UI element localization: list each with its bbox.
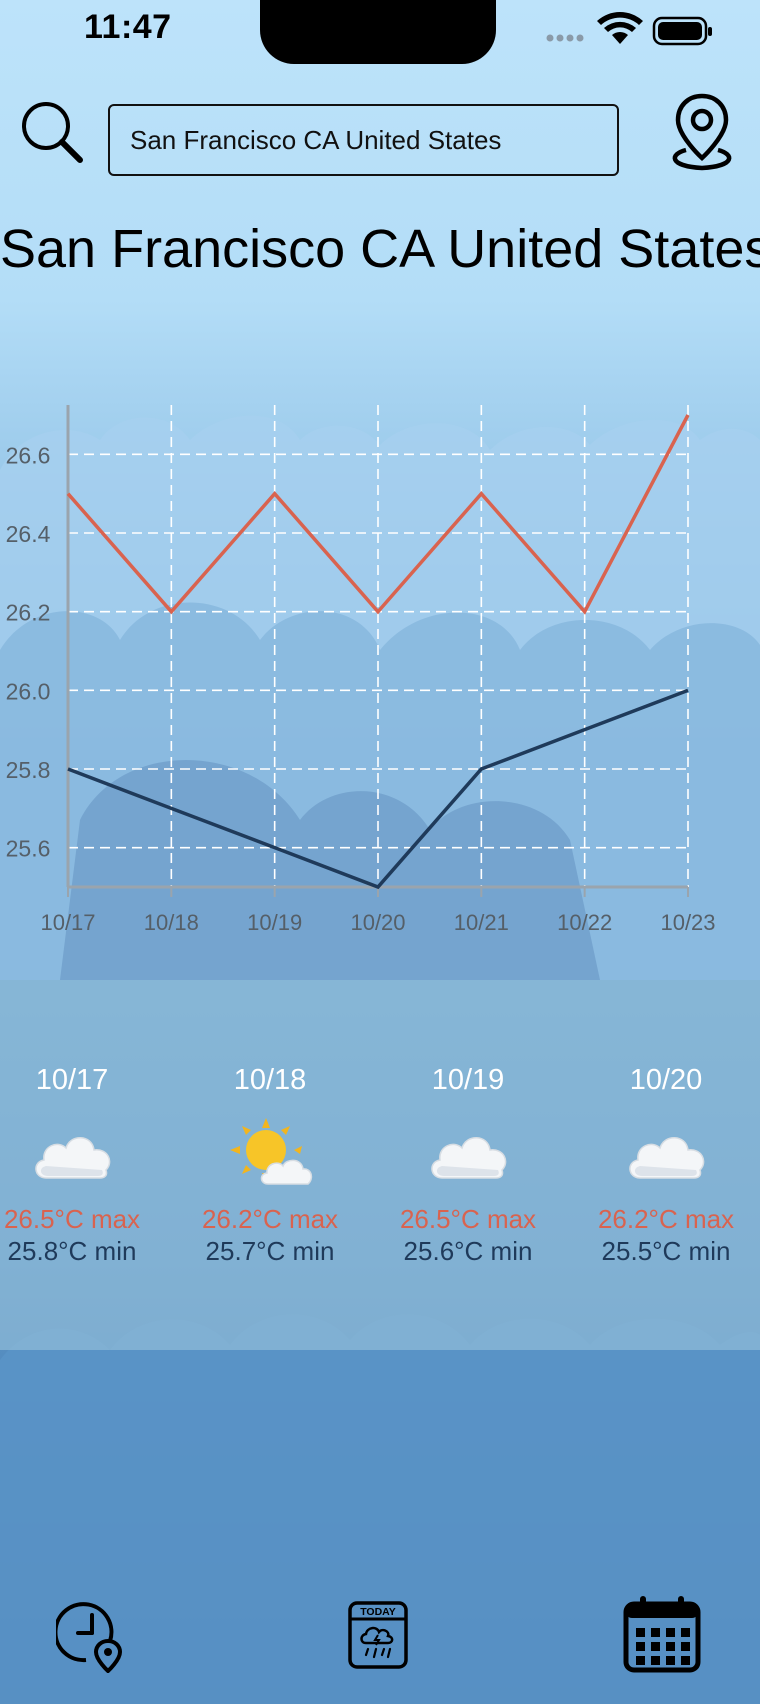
x-tick-label: 10/20 [350,910,405,935]
page-title: San Francisco CA United States [0,219,760,279]
status-icons [546,12,712,46]
forecast-date: 10/18 [233,1064,307,1096]
forecast-min-temp: 25.6°C min [403,1236,533,1266]
forecast-max-temp: 26.5°C max [3,1204,141,1234]
forecast-date: 10/17 [35,1064,109,1096]
forecast-date: 10/20 [629,1064,703,1096]
tab-bar: TODAY [0,1580,760,1704]
forecast-min-temp: 25.5°C min [601,1236,731,1266]
search-row [0,90,760,180]
forecast-date: 10/19 [431,1064,505,1096]
forecast-max-temp: 26.2°C max [201,1204,339,1234]
tab-current[interactable] [52,1590,132,1680]
wifi-icon [597,12,643,44]
sun-behind-cloud-icon [226,1116,314,1188]
y-tick-label: 26.6 [6,442,51,468]
tab-weekly[interactable] [622,1590,702,1680]
forecast-max-temp: 26.5°C max [399,1204,537,1234]
x-tick-label: 10/21 [454,910,509,935]
x-tick-label: 10/22 [557,910,612,935]
y-tick-label: 25.6 [6,836,51,862]
location-pin-icon[interactable] [664,90,740,174]
forecast-max-temp: 26.2°C max [597,1204,735,1234]
forecast-min-temp: 25.8°C min [7,1236,137,1266]
status-bar: 11:47 [0,0,760,64]
calendar-grid-icon [623,1596,701,1673]
cloud-icon [622,1116,710,1188]
forecast-day-card: 10/18 26.2°C max 25.7°C min [180,980,360,1350]
x-tick-label: 10/23 [660,910,715,935]
dynamic-island [260,0,496,64]
clock-location-icon [56,1602,123,1673]
cloud-icon [28,1116,116,1188]
status-time: 11:47 [84,8,172,46]
forecast-list[interactable]: 10/17 26.5°C max 25.8°C min 10/18 26.2°C max… [0,980,760,1350]
cellular-dots-icon [546,34,584,42]
battery-icon [652,16,712,46]
temperature-chart: 25.6 25.8 26.0 26.2 26.4 26.6 10/17 10/18 10/19 1… [6,405,716,935]
search-input[interactable] [108,104,619,176]
chart-labels: 25.6 25.8 26.0 26.2 26.4 26.6 10/17 10/18 10/19 1… [6,442,716,935]
cloud-icon [424,1116,512,1188]
search-icon[interactable] [16,96,86,168]
today-label: TODAY [360,1606,396,1618]
y-tick-label: 26.2 [6,600,51,626]
forecast-day-card: 10/20 26.2°C max 25.5°C min [576,980,756,1350]
forecast-min-temp: 25.7°C min [205,1236,335,1266]
x-tick-label: 10/18 [144,910,199,935]
y-tick-label: 26.0 [6,678,51,704]
y-tick-label: 25.8 [6,757,51,783]
forecast-day-card: 10/19 26.5°C max 25.6°C min [378,980,558,1350]
tab-today[interactable]: TODAY [338,1590,418,1680]
chart-grid [67,405,689,887]
x-tick-label: 10/17 [40,910,95,935]
today-calendar-icon: TODAY [348,1601,408,1669]
x-tick-label: 10/19 [247,910,302,935]
forecast-panel: 10/17 26.5°C max 25.8°C min 10/18 26.2°C max… [0,980,760,1350]
y-tick-label: 26.4 [6,521,51,547]
forecast-day-card: 10/17 26.5°C max 25.8°C min [0,980,162,1350]
